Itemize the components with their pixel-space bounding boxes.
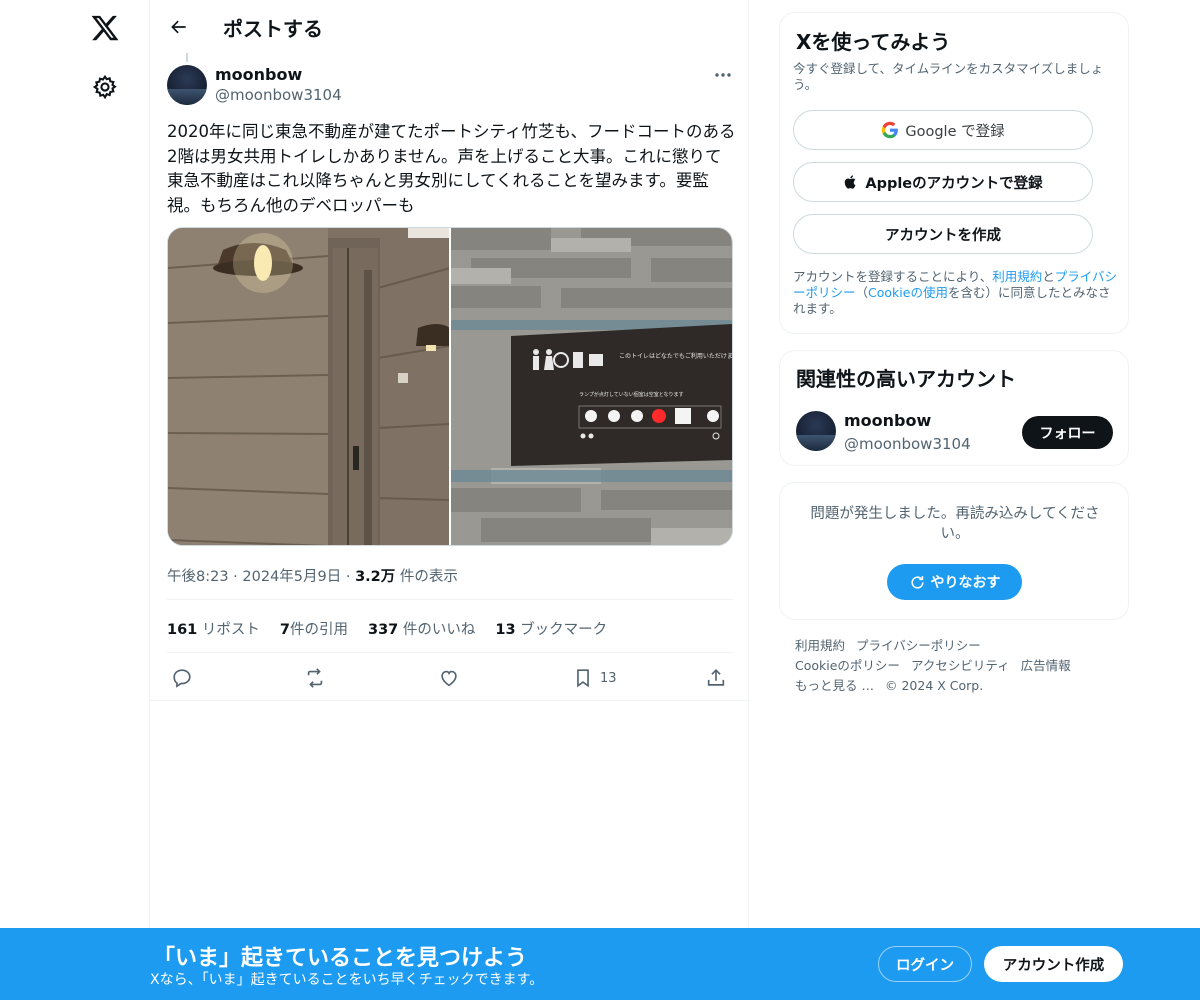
stat-bookmarks[interactable]: 13 ブックマーク	[495, 618, 607, 639]
action-bar: 13	[167, 663, 733, 693]
stat-label: 件のいいね	[402, 622, 476, 638]
more-icon	[715, 73, 731, 77]
avatar[interactable]	[167, 65, 207, 105]
banner-subtitle: Xなら、「いま」起きていることをいち早くチェックできます。	[150, 972, 544, 988]
footer-link[interactable]: 利用規約	[795, 636, 845, 656]
footer-link[interactable]: 広告情報	[1021, 656, 1071, 676]
views-count: 3.2万	[355, 569, 396, 585]
create-account-label: アカウントを作成	[885, 227, 1001, 244]
stat-count: 13	[495, 622, 516, 638]
footer-link[interactable]: プライバシーポリシー	[856, 636, 981, 656]
follow-button[interactable]: フォロー	[1022, 416, 1113, 449]
error-message: 問題が発生しました。再読み込みしてください。	[810, 506, 1100, 542]
stat-count: 337	[367, 622, 399, 638]
terms-part: （	[855, 285, 869, 300]
refresh-icon	[910, 575, 924, 589]
left-nav	[0, 0, 150, 1000]
corridor-image	[168, 228, 449, 545]
stat-count: 161	[167, 622, 198, 638]
terms-text: アカウントを登録することにより、利用規約とプライバシーポリシー（Cookieの使…	[793, 269, 1121, 317]
top-bar: ポストする	[150, 0, 750, 53]
error-card: 問題が発生しました。再読み込みしてください。 やりなおす	[779, 482, 1129, 620]
stat-reposts[interactable]: 161 リポスト	[167, 618, 260, 639]
media-grid: このトイレはどなたでもご利用いただけます ランプが点灯していない個室は空室となり…	[167, 227, 733, 546]
post-date[interactable]: 2024年5月9日	[242, 569, 341, 585]
banner-title: 「いま」起きていることを見つけよう	[153, 946, 528, 971]
back-button[interactable]	[164, 12, 194, 42]
stat-quotes[interactable]: 7件の引用	[280, 618, 348, 639]
retry-label: やりなおす	[930, 575, 1001, 591]
more-options-button[interactable]	[710, 64, 736, 86]
bookmark-count: 13	[600, 670, 617, 686]
photo-corridor[interactable]	[168, 228, 449, 545]
post-meta: 午後8:23 · 2024年5月9日 · 3.2万 件の表示	[167, 569, 458, 585]
repost-button[interactable]	[304, 663, 326, 693]
avatar[interactable]	[796, 411, 836, 451]
divider	[167, 599, 733, 600]
post-time[interactable]: 午後8:23	[167, 569, 229, 585]
related-accounts-card: 関連性の高いアカウント moonbow @moonbow3104 フォロー	[779, 350, 1129, 466]
repost-icon	[307, 668, 323, 688]
footer-more-link[interactable]: もっと見る …	[795, 676, 874, 696]
footer-link[interactable]: アクセシビリティ	[911, 656, 1010, 676]
divider	[150, 700, 750, 701]
author-handle[interactable]: @moonbow3104	[215, 86, 342, 104]
stat-label: リポスト	[201, 622, 260, 638]
main-column: ポストする moonbow @moonbow3104 2020年に同じ東急不動産…	[149, 0, 750, 1000]
login-button[interactable]: ログイン	[878, 946, 972, 982]
apple-icon	[845, 175, 856, 189]
apple-signup-label: Appleのアカウントで登録	[865, 175, 1043, 192]
apple-signup-button[interactable]: Appleのアカウントで登録	[793, 162, 1093, 202]
thread-line	[186, 53, 188, 62]
gear-icon[interactable]	[92, 74, 118, 100]
signup-button[interactable]: アカウント作成	[984, 946, 1123, 982]
google-icon	[882, 121, 899, 139]
google-signup-button[interactable]: Google で登録	[793, 110, 1093, 150]
related-title: 関連性の高いアカウント	[796, 367, 1016, 391]
create-account-button[interactable]: アカウントを作成	[793, 214, 1093, 254]
terms-part: と	[1042, 269, 1055, 284]
sign-subtext: ランプが点灯していない個室は空室となります	[579, 391, 684, 398]
terms-part: アカウントを登録することにより、	[793, 269, 993, 284]
footer-link[interactable]: Cookieのポリシー	[795, 656, 900, 676]
x-logo-icon[interactable]	[90, 13, 120, 43]
share-icon	[707, 669, 725, 686]
signup-title: Xを使ってみよう	[796, 30, 951, 54]
like-button[interactable]	[438, 663, 460, 693]
photo-restroom-sign[interactable]: このトイレはどなたでもご利用いただけます ランプが点灯していない個室は空室となり…	[451, 228, 732, 545]
bookmark-button[interactable]: 13	[572, 663, 617, 693]
restroom-sign-image: このトイレはどなたでもご利用いただけます ランプが点灯していない個室は空室となり…	[451, 228, 732, 545]
stat-label: 件の引用	[289, 622, 348, 638]
cookie-link[interactable]: Cookieの使用	[868, 285, 948, 300]
divider	[167, 652, 733, 653]
share-button[interactable]	[705, 663, 727, 693]
stat-likes[interactable]: 337 件のいいね	[368, 618, 475, 639]
stat-label: ブックマーク	[520, 622, 608, 638]
related-account-name[interactable]: moonbow	[844, 411, 931, 430]
retry-button[interactable]: やりなおす	[887, 564, 1022, 600]
copyright: © 2024 X Corp.	[884, 678, 984, 693]
author-name[interactable]: moonbow	[215, 65, 302, 84]
post-stats: 161 リポスト 7件の引用 337 件のいいね 13 ブックマーク	[167, 618, 627, 639]
heart-icon	[441, 670, 457, 687]
reply-icon	[173, 669, 191, 688]
reply-button[interactable]	[171, 663, 193, 693]
footer-links: 利用規約 プライバシーポリシー Cookieのポリシー アクセシビリティ 広告情報 も…	[795, 636, 1115, 696]
terms-link[interactable]: 利用規約	[992, 269, 1042, 284]
related-account-handle[interactable]: @moonbow3104	[844, 435, 971, 453]
signup-subtitle: 今すぐ登録して、タイムラインをカスタマイズしましょう。	[793, 61, 1104, 92]
bookmark-icon	[577, 669, 589, 688]
google-signup-label: Google で登録	[905, 123, 1005, 140]
stat-count: 7	[279, 622, 290, 638]
signup-card: Xを使ってみよう 今すぐ登録して、タイムラインをカスタマイズしましょう。 Goo…	[779, 12, 1129, 334]
post-text: 2020年に同じ東急不動産が建てたポートシティ竹芝も、フードコートのある2階は男…	[167, 122, 736, 215]
views-label: 件の表示	[399, 569, 458, 585]
sign-text: このトイレはどなたでもご利用いただけます	[619, 352, 732, 360]
page-title: ポストする	[223, 17, 323, 41]
back-arrow-icon	[171, 20, 186, 34]
